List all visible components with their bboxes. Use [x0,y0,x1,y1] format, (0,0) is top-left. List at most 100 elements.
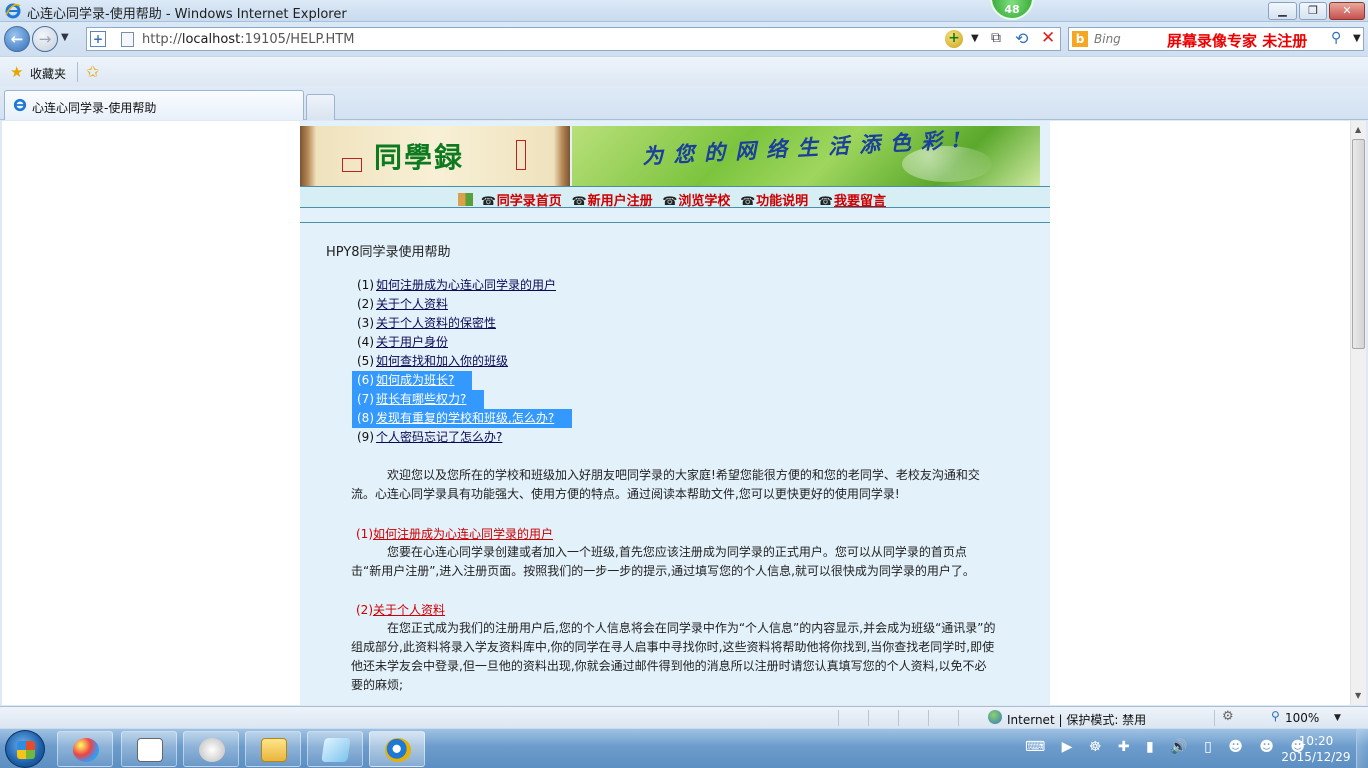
address-dropdown-icon[interactable]: ▼ [971,33,979,44]
add-icon[interactable]: + [90,31,106,47]
tab-bar: 心连心同学录-使用帮助 [0,86,1368,120]
users-icon [458,193,473,206]
search-box[interactable]: b Bing 屏幕录像专家 未注册 ⚲ ▼ [1068,27,1364,51]
status-cell [928,710,958,726]
clock[interactable]: 10:20 2015/12/29 [1281,733,1351,765]
notepad-icon [321,738,351,762]
close-button[interactable]: ✕ [1329,2,1365,20]
tab-help[interactable]: 心连心同学录-使用帮助 [4,90,304,120]
seal-icon [342,158,362,172]
section-heading-profile[interactable]: (2)关于个人资料 [356,601,445,618]
taskbar-app-notepad[interactable] [307,731,363,767]
phone-icon: ☎ [740,194,756,208]
stop-icon[interactable]: ✕ [1041,28,1055,48]
toc-item-selected[interactable]: (7) 班长有哪些权力? [352,390,485,409]
tab-label: 心连心同学录-使用帮助 [32,101,157,115]
search-icon[interactable]: ⚲ [1331,30,1341,46]
section-body-register: 您要在心连心同学录创建或者加入一个班级,首先您应该注册成为同学录的正式用户。您可… [351,545,975,578]
recorder-watermark: 屏幕录像专家 未注册 [1167,32,1308,50]
zoom-dropdown-icon[interactable]: ▼ [1334,713,1341,723]
minimize-button[interactable]: ▁ [1268,2,1297,20]
notification-badge[interactable]: 48 [990,0,1034,20]
taskbar-app-messenger[interactable] [183,731,239,767]
taskbar: ⌨ ▶ ☸ ✚ ▮ 🔊 ▯ ☻ ☻ ☻ 10:20 2015/12/29 [0,728,1368,768]
toc-item[interactable]: (2) 关于个人资料 [352,295,572,314]
scrollbar-thumb[interactable] [1352,139,1365,349]
phone-icon: ☎ [818,194,833,208]
clock-date: 2015/12/29 [1281,750,1351,764]
compatibility-view-icon[interactable]: ⧉ [991,30,1001,46]
site-menu: ☎同学录首页 ☎新用户注册 ☎浏览学校 ☎功能说明 ☎我要留言 [300,186,1050,209]
security-zone[interactable]: Internet | 保护模式: 禁用 [1007,711,1146,728]
url-host: localhost [181,32,241,47]
globe-icon [988,710,1002,724]
seal-icon [516,140,526,170]
scroll-up-icon[interactable]: ▲ [1355,125,1361,134]
window-title: 心连心同学录-使用帮助 - Windows Internet Explorer [27,7,347,22]
divider [77,62,78,82]
favorites-star-icon[interactable]: ★ [10,63,23,81]
menu-item-features[interactable]: ☎功能说明 [740,190,808,209]
title-bar: 心连心同学录-使用帮助 - Windows Internet Explorer … [0,0,1368,22]
toc-item-selected[interactable]: (8) 发现有重复的学校和班级,怎么办? [352,409,573,428]
help-page: 同學録 为您的网络生活添色彩! ☎同学录首页 ☎新用户注册 ☎浏览学校 ☎功能说… [300,121,1050,705]
menu-item-home[interactable]: ☎同学录首页 [481,190,562,209]
back-button[interactable]: ← [4,26,30,52]
toc-item[interactable]: (9) 个人密码忘记了怎么办? [352,428,572,447]
taskbar-app-balls[interactable] [57,731,113,767]
url-text[interactable]: http://localhost:19105/HELP.HTM [142,32,354,47]
section-heading-register[interactable]: (1)如何注册成为心连心同学录的用户 [356,525,553,542]
url-rest: :19105/HELP.HTM [240,32,355,47]
address-bar[interactable]: + http://localhost:19105/HELP.HTM + ▼ ⧉ … [86,27,1061,51]
phone-icon: ☎ [662,194,678,208]
taskbar-app-explorer[interactable] [245,731,301,767]
taskbar-app-ie[interactable] [369,731,425,767]
scroll-down-icon[interactable]: ▼ [1355,691,1361,700]
status-bar: Internet | 保护模式: 禁用 ⚙ ⚲ 100% ▼ [0,706,1368,728]
toc-item[interactable]: (4) 关于用户身份 [352,333,572,352]
search-placeholder[interactable]: Bing [1094,32,1121,46]
toc-item[interactable]: (5) 如何查找和加入你的班级 [352,352,572,371]
start-button[interactable] [5,730,45,768]
system-tray[interactable]: ⌨ ▶ ☸ ✚ ▮ 🔊 ▯ ☻ ☻ ☻ [1025,739,1311,755]
status-cell [838,710,868,726]
divider [300,222,1050,223]
status-cell [868,710,898,726]
toc-item[interactable]: (1) 如何注册成为心连心同学录的用户 [352,276,572,295]
add-favorite-icon[interactable]: ✩ [86,62,99,81]
favorites-button[interactable]: 收藏夹 [30,65,66,82]
logo-scroll[interactable]: 同學録 [300,126,570,186]
menu-item-browse-schools[interactable]: ☎浏览学校 [662,190,730,209]
history-dropdown-icon[interactable]: ▼ [61,32,69,43]
refresh-icon[interactable]: ⟲ [1015,29,1028,48]
maximize-button[interactable]: ❐ [1299,2,1327,20]
favorites-bar: ★ 收藏夹 ✩ [0,56,1368,86]
document-icon [137,738,163,762]
security-settings-icon[interactable]: ⚙ [1222,709,1234,724]
page-viewport: 同學録 为您的网络生活添色彩! ☎同学录首页 ☎新用户注册 ☎浏览学校 ☎功能说… [2,121,1350,705]
section-body-profile: 在您正式成为我们的注册用户后,您的个人信息将会在同学录中作为“个人信息”的内容显… [351,621,996,692]
clock-time: 10:20 [1298,734,1334,748]
menu-item-register[interactable]: ☎新用户注册 [572,190,653,209]
zoom-level[interactable]: 100% [1285,711,1319,725]
addon-plus-icon[interactable]: + [945,30,963,48]
show-desktop-button[interactable] [1356,729,1368,768]
url-prefix: http:// [142,32,182,47]
phone-icon: ☎ [480,194,496,208]
search-dropdown-icon[interactable]: ▼ [1353,33,1361,44]
vertical-scrollbar[interactable]: ▲ ▼ [1350,121,1366,705]
bing-icon: b [1072,31,1088,47]
zoom-icon[interactable]: ⚲ [1271,709,1280,723]
menu-item-guestbook[interactable]: ☎我要留言 [818,190,886,209]
status-cell [958,710,986,726]
slogan-banner: 为您的网络生活添色彩! [572,126,1040,186]
site-banner: 同學録 为您的网络生活添色彩! [300,126,1040,186]
toc-item-selected[interactable]: (6) 如何成为班长? [352,371,473,390]
forward-button[interactable]: → [32,26,58,52]
table-of-contents: (1) 如何注册成为心连心同学录的用户 (2) 关于个人资料 (3) 关于个人资料的保… [352,276,573,447]
taskbar-app-document[interactable] [121,731,177,767]
intro-paragraph: 欢迎您以及您所在的学校和班级加入好朋友吧同学录的大家庭!希望您能很方便的和您的老… [351,468,980,501]
toc-item[interactable]: (3) 关于个人资料的保密性 [352,314,572,333]
windows-logo-icon [17,741,35,759]
new-tab-button[interactable] [306,94,335,120]
